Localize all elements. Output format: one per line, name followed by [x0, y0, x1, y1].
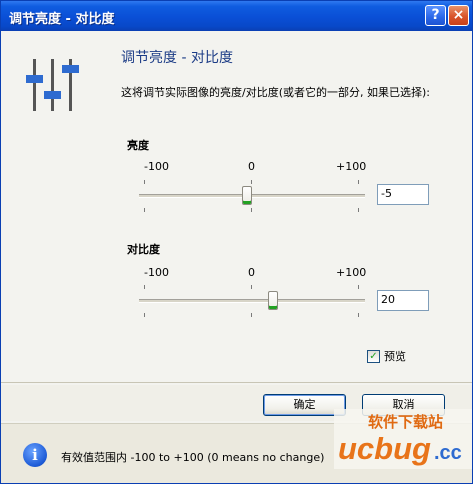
preview-checkbox-group[interactable]: ✓ 预览: [367, 348, 406, 364]
brightness-mid-label: 0: [248, 160, 255, 173]
contrast-tick-max-bottom: [358, 313, 359, 317]
brightness-track: [139, 194, 365, 198]
contrast-thumb[interactable]: [268, 291, 279, 310]
brightness-min-label: -100: [144, 160, 169, 173]
brightness-tick-min-bottom: [144, 208, 145, 212]
contrast-mid-label: 0: [248, 266, 255, 279]
watermark-text-logo: ucbug: [338, 431, 431, 466]
brightness-tick-mid: [251, 180, 252, 184]
contrast-tick-max: [358, 285, 359, 289]
close-button[interactable]: ×: [448, 5, 469, 26]
brightness-tick-max: [358, 180, 359, 184]
contrast-tick-mid: [251, 285, 252, 289]
contrast-tick-min: [144, 285, 145, 289]
window-title: 调节亮度 - 对比度: [9, 12, 115, 27]
brightness-slider[interactable]: [139, 185, 365, 207]
contrast-tick-min-bottom: [144, 313, 145, 317]
preview-label: 预览: [384, 350, 406, 363]
sliders-icon: [26, 59, 79, 111]
watermark-logo: 软件下载站 ucbug .cc: [334, 409, 472, 469]
help-button[interactable]: ?: [425, 5, 446, 26]
contrast-input[interactable]: 20: [377, 290, 429, 311]
brightness-thumb[interactable]: [241, 186, 252, 205]
dialog-heading: 调节亮度 - 对比度: [121, 50, 233, 66]
brightness-input[interactable]: -5: [377, 184, 429, 205]
contrast-slider[interactable]: [139, 290, 365, 312]
dialog-description: 这将调节实际图像的亮度/对比度(或者它的一部分, 如果已选择):: [121, 86, 430, 99]
contrast-tick-mid-bottom: [251, 313, 252, 317]
contrast-track: [139, 299, 365, 303]
info-icon: i: [23, 443, 47, 467]
brightness-label: 亮度: [127, 139, 149, 152]
preview-checkbox[interactable]: ✓: [367, 349, 380, 363]
watermark-text-cn: 软件下载站: [368, 413, 443, 431]
watermark-text-domain: .cc: [434, 442, 462, 464]
contrast-max-label: +100: [336, 266, 367, 279]
brightness-max-label: +100: [336, 160, 367, 173]
brightness-tick-max-bottom: [358, 208, 359, 212]
info-text: 有效值范围内 -100 to +100 (0 means no change): [61, 451, 325, 464]
brightness-tick-min: [144, 180, 145, 184]
contrast-min-label: -100: [144, 266, 169, 279]
dialog-window: 调节亮度 - 对比度 ? × 调节亮度 - 对比度 这将调节实际图像的亮度/对比…: [0, 0, 473, 484]
title-bar[interactable]: 调节亮度 - 对比度 ? ×: [1, 1, 472, 31]
contrast-label: 对比度: [127, 243, 160, 256]
brightness-tick-mid-bottom: [251, 208, 252, 212]
